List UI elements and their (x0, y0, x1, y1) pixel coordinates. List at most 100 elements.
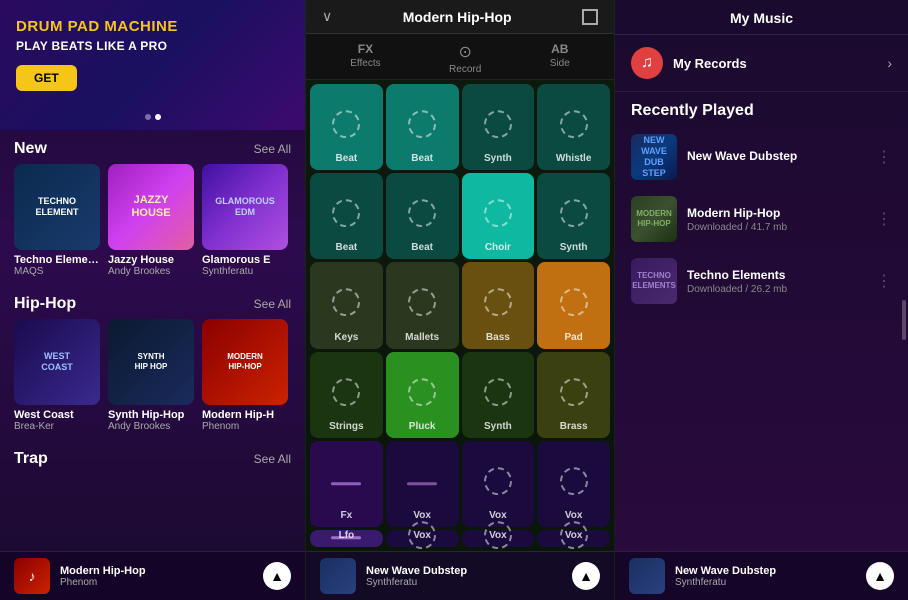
pad-label: Strings (329, 421, 363, 432)
track-thumb-modernhip: MODERNHIP-HOP (631, 196, 677, 242)
pad-label: Brass (560, 421, 588, 432)
scroll-indicator (902, 300, 906, 340)
promo-banner: DRUM PAD MACHINE PLAY BEATS LIKE A PRO G… (0, 0, 305, 130)
side-icon: AB (551, 42, 568, 56)
pad-ring (332, 289, 360, 317)
pad-fx[interactable]: Fx (310, 441, 383, 527)
right-header: My Music (615, 0, 908, 35)
tab-effects[interactable]: FX Effects (350, 42, 380, 75)
center-chevron-icon[interactable]: ∨ (322, 8, 332, 25)
tab-record[interactable]: ⊙ Record (449, 42, 481, 75)
pad-ring (332, 110, 360, 138)
modernhip-overlay: MODERNHIP-HOP (223, 348, 267, 375)
pad-label: Vox (413, 510, 431, 521)
track-item-modernhip[interactable]: MODERNHIP-HOP Modern Hip-Hop Downloaded … (615, 188, 908, 250)
track-info-techno: Techno Elements Downloaded / 26.2 mb (687, 268, 866, 295)
right-now-playing-artist: Synthferatu (675, 577, 856, 588)
pad-synth-2[interactable]: Synth (537, 173, 610, 259)
hiphop-section-title: Hip-Hop (14, 295, 76, 313)
card-thumb-glamorous: GLAMOROUSEDM (202, 164, 288, 250)
center-up-arrow[interactable]: ▲ (572, 562, 600, 590)
westcoast-overlay: WESTCOAST (37, 347, 77, 377)
left-now-playing-info: Modern Hip-Hop Phenom (60, 565, 253, 588)
track-more-icon[interactable]: ⋮ (876, 147, 892, 167)
pad-brass[interactable]: Brass (537, 352, 610, 438)
pad-ring (484, 378, 512, 406)
pad-label: Vox (565, 510, 583, 521)
tab-side[interactable]: AB Side (550, 42, 570, 75)
center-now-playing-title: New Wave Dubstep (366, 565, 562, 577)
pad-vox-5[interactable]: Vox (462, 530, 535, 547)
promo-dot-active (155, 114, 161, 120)
card-glamorous[interactable]: GLAMOROUSEDM Glamorous E Synthferatu (202, 164, 288, 277)
pad-label: Mallets (405, 332, 439, 343)
right-panel: My Music ♫ My Records › Recently Played … (615, 0, 908, 600)
card-sub-modernhip: Phenom (202, 421, 288, 432)
pad-label: Pluck (409, 421, 436, 432)
new-section-title: New (14, 140, 47, 158)
left-content: New See All TECHNOELEMENT Techno Elemen.… (0, 130, 305, 600)
pad-ring (332, 199, 360, 227)
card-synthhiphop[interactable]: SYNTHHIP HOP Synth Hip-Hop Andy Brookes (108, 319, 194, 432)
pad-choir[interactable]: Choir (462, 173, 535, 259)
track-name-modernhip: Modern Hip-Hop (687, 206, 866, 220)
pad-vox-6[interactable]: Vox (537, 530, 610, 547)
card-jazzy[interactable]: JAZZYHOUSE Jazzy House Andy Brookes (108, 164, 194, 277)
pad-bass[interactable]: Bass (462, 262, 535, 348)
recently-played-title: Recently Played (615, 92, 908, 126)
track-item-newwave[interactable]: NEWWAVEDUBSTEP New Wave Dubstep ⋮ (615, 126, 908, 188)
card-modernhip[interactable]: MODERNHIP-HOP Modern Hip-H Phenom (202, 319, 288, 432)
center-square-icon[interactable] (582, 9, 598, 25)
pad-mallets[interactable]: Mallets (386, 262, 459, 348)
left-panel: DRUM PAD MACHINE PLAY BEATS LIKE A PRO G… (0, 0, 305, 600)
pad-ring (408, 289, 436, 317)
pad-lfo[interactable]: Lfo (310, 530, 383, 547)
left-up-arrow[interactable]: ▲ (263, 562, 291, 590)
pad-vox-4[interactable]: Vox (386, 530, 459, 547)
pad-synth-3[interactable]: Synth (462, 352, 535, 438)
hiphop-see-all[interactable]: See All (254, 297, 291, 311)
pad-label: Synth (484, 153, 512, 164)
pad-ring (560, 110, 588, 138)
pad-beat-1[interactable]: Beat (310, 84, 383, 170)
get-button[interactable]: GET (16, 65, 77, 91)
pad-beat-3[interactable]: Beat (310, 173, 383, 259)
track-more-icon[interactable]: ⋮ (876, 271, 892, 291)
left-now-playing-artist: Phenom (60, 577, 253, 588)
center-now-playing-bar: New Wave Dubstep Synthferatu ▲ (306, 551, 614, 600)
pad-vox-1[interactable]: Vox (386, 441, 459, 527)
track-item-techno[interactable]: TECHNOELEMENTS Techno Elements Downloade… (615, 250, 908, 312)
card-techno[interactable]: TECHNOELEMENT Techno Elemen... MAQS (14, 164, 100, 277)
pad-label: Keys (334, 332, 358, 343)
pad-beat-4[interactable]: Beat (386, 173, 459, 259)
card-label-modernhip: Modern Hip-H (202, 409, 288, 421)
pad-vox-2[interactable]: Vox (462, 441, 535, 527)
pad-beat-2[interactable]: Beat (386, 84, 459, 170)
center-now-playing-artist: Synthferatu (366, 577, 562, 588)
record-icon: ⊙ (458, 42, 471, 62)
my-records-item[interactable]: ♫ My Records › (615, 35, 908, 92)
pad-pluck[interactable]: Pluck (386, 352, 459, 438)
record-label: Record (449, 64, 481, 75)
trap-see-all[interactable]: See All (254, 452, 291, 466)
pad-strings[interactable]: Strings (310, 352, 383, 438)
new-see-all[interactable]: See All (254, 142, 291, 156)
pad-vox-3[interactable]: Vox (537, 441, 610, 527)
track-thumb-techno: TECHNOELEMENTS (631, 258, 677, 304)
pad-label: Bass (486, 332, 510, 343)
right-now-playing-thumb (629, 558, 665, 594)
pad-pad[interactable]: Pad (537, 262, 610, 348)
track-thumb-newwave: NEWWAVEDUBSTEP (631, 134, 677, 180)
right-up-arrow[interactable]: ▲ (866, 562, 894, 590)
pad-keys[interactable]: Keys (310, 262, 383, 348)
card-sub-synthhiphop: Andy Brookes (108, 421, 194, 432)
card-westcoast[interactable]: WESTCOAST West Coast Brea-Ker (14, 319, 100, 432)
trap-section-title: Trap (14, 450, 48, 468)
right-now-playing-title: New Wave Dubstep (675, 565, 856, 577)
right-title: My Music (730, 10, 793, 26)
track-more-icon[interactable]: ⋮ (876, 209, 892, 229)
track-name-techno: Techno Elements (687, 268, 866, 282)
pad-synth-1[interactable]: Synth (462, 84, 535, 170)
card-label-jazzy: Jazzy House (108, 254, 194, 266)
pad-whistle[interactable]: Whistle (537, 84, 610, 170)
